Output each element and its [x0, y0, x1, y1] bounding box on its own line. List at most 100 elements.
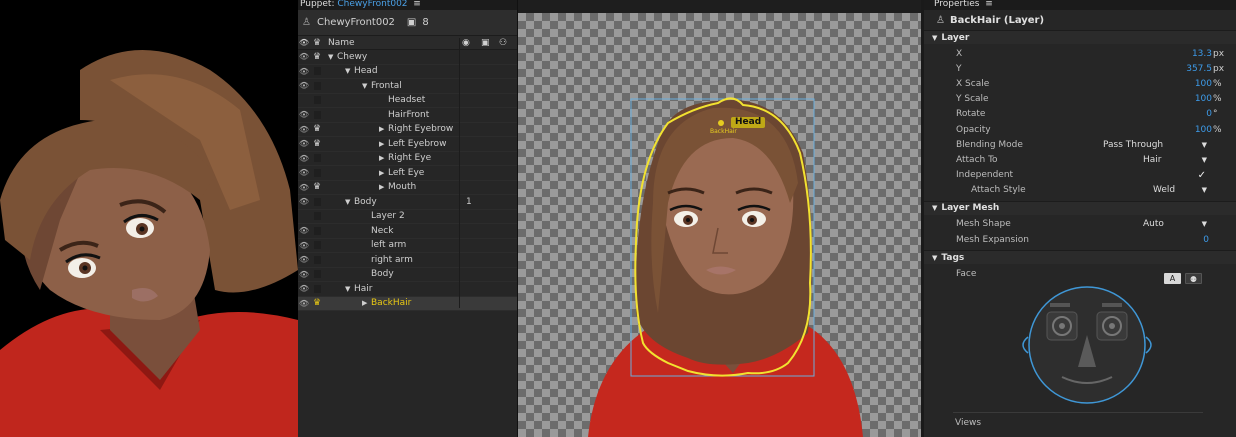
layer-row[interactable]: 👁 ▼ Head [298, 64, 517, 79]
crown-icon[interactable]: ♛ [310, 139, 324, 149]
section-layer-mesh[interactable]: ▼ Layer Mesh [924, 200, 1236, 215]
prop-x-value[interactable]: 13.3 [1192, 49, 1212, 59]
eye-icon[interactable]: 👁 [298, 241, 310, 250]
panel-menu-icon[interactable]: ≡ [982, 0, 993, 9]
crown-icon[interactable]: ♛ [310, 124, 324, 134]
panel-menu-icon[interactable]: ≡ [410, 0, 421, 9]
layer-name: HairFront [388, 109, 430, 120]
layer-row[interactable]: 👁 right arm [298, 253, 517, 268]
crown-empty-icon[interactable] [310, 67, 324, 76]
layer-name: Chewy [337, 51, 368, 62]
prop-attach-to: Attach To Hair ▼ [924, 152, 1236, 167]
twirl-right-icon[interactable]: ▶ [379, 183, 388, 191]
rig-canvas[interactable]: Head BackHair [518, 13, 921, 437]
layer-row[interactable]: 👁 ♛ ▶ BackHair [298, 296, 517, 311]
layer-row[interactable]: 👁 Body [298, 267, 517, 282]
visibility-col-icon[interactable]: 👁 [298, 38, 310, 47]
prop-rotate-value[interactable]: 0 [1206, 109, 1212, 119]
prop-y-value[interactable]: 357.5 [1186, 64, 1212, 74]
prop-xscale-unit: % [1213, 78, 1222, 89]
eye-icon[interactable]: 👁 [298, 67, 310, 76]
crown-empty-icon[interactable] [310, 284, 324, 293]
twirl-down-icon[interactable]: ▼ [345, 285, 354, 293]
blending-mode-dropdown[interactable]: Pass Through ▼ [1103, 140, 1207, 150]
prop-xscale-label: X Scale [956, 78, 990, 89]
layer-row[interactable]: 👁 ♛ ▼ Chewy [298, 50, 517, 65]
eye-icon[interactable]: 👁 [298, 226, 310, 235]
twirl-down-icon[interactable]: ▼ [362, 82, 371, 90]
layer-row[interactable]: 👁 left arm [298, 238, 517, 253]
layer-count-icon: ▣ [406, 17, 417, 28]
layer-row[interactable]: 👁 HairFront [298, 108, 517, 123]
eye-icon[interactable]: 👁 [298, 284, 310, 293]
layer-row[interactable]: 👁 ▼ Frontal [298, 79, 517, 94]
canvas-toolbar-strip [518, 0, 921, 13]
layer-row[interactable]: 👁 ▶ Left Eye [298, 166, 517, 181]
tag-text-mode-button[interactable]: A [1164, 273, 1181, 284]
twirl-right-icon[interactable]: ▶ [379, 169, 388, 177]
layer-row[interactable]: 👁 ▼ Body 1 [298, 195, 517, 210]
crown-empty-icon[interactable] [310, 226, 324, 235]
mesh-col-icon[interactable]: ▣ [481, 38, 490, 48]
prop-opacity-value[interactable]: 100 [1195, 125, 1212, 135]
layer-row[interactable]: 👁 ▶ Right Eye [298, 151, 517, 166]
layer-row[interactable]: 👁 ♛ ▶ Left Eyebrow [298, 137, 517, 152]
eye-icon[interactable]: 👁 [298, 110, 310, 119]
layer-row[interactable]: Layer 2 [298, 209, 517, 224]
twirl-down-icon[interactable]: ▼ [345, 67, 354, 75]
section-tags[interactable]: ▼ Tags [924, 250, 1236, 265]
crown-empty-icon[interactable] [310, 212, 324, 221]
eye-icon[interactable]: 👁 [298, 183, 310, 192]
eye-icon[interactable]: 👁 [298, 125, 310, 134]
eye-icon[interactable]: 👁 [298, 168, 310, 177]
prop-xscale-value[interactable]: 100 [1195, 79, 1212, 89]
crown-empty-icon[interactable] [310, 168, 324, 177]
tag-face-mode-button[interactable]: ⚉ [1185, 273, 1202, 284]
layer-name: Head [354, 66, 378, 77]
twirl-right-icon[interactable]: ▶ [379, 140, 388, 148]
mesh-shape-dropdown[interactable]: Auto ▼ [1143, 219, 1207, 229]
section-layer[interactable]: ▼ Layer [924, 30, 1236, 44]
independent-checkbox[interactable]: ✓ [1198, 170, 1206, 181]
properties-header-label: Properties [934, 0, 980, 9]
eye-icon[interactable]: 👁 [298, 270, 310, 279]
attach-style-dropdown[interactable]: Weld ▼ [1153, 185, 1207, 195]
crown-icon[interactable]: ♛ [310, 298, 324, 308]
crown-empty-icon[interactable] [310, 197, 324, 206]
crown-icon[interactable]: ♛ [310, 182, 324, 192]
eye-icon[interactable]: 👁 [298, 81, 310, 90]
name-column-header[interactable]: Name [328, 38, 355, 48]
crown-empty-icon[interactable] [310, 255, 324, 264]
prop-yscale-value[interactable]: 100 [1195, 94, 1212, 104]
crown-empty-icon[interactable] [310, 270, 324, 279]
crown-icon[interactable]: ♛ [310, 52, 324, 62]
layer-row[interactable]: 👁 Neck [298, 224, 517, 239]
twirl-down-icon[interactable]: ▼ [328, 53, 337, 61]
eye-icon[interactable]: 👁 [298, 197, 310, 206]
twirl-down-icon[interactable]: ▼ [345, 198, 354, 206]
crown-empty-icon[interactable] [310, 154, 324, 163]
eye-icon[interactable]: 👁 [298, 299, 310, 308]
head-handle-tag[interactable]: Head [731, 117, 766, 128]
eye-icon[interactable]: 👁 [298, 139, 310, 148]
eye-icon[interactable]: 👁 [298, 255, 310, 264]
twirl-right-icon[interactable]: ▶ [379, 125, 388, 133]
face-tag-picker[interactable] [1018, 285, 1156, 407]
attach-to-dropdown[interactable]: Hair ▼ [1143, 155, 1207, 165]
crown-empty-icon[interactable] [310, 110, 324, 119]
twirl-right-icon[interactable]: ▶ [379, 154, 388, 162]
crown-empty-icon[interactable] [310, 241, 324, 250]
prop-mesh-expansion-value[interactable]: 0 [1203, 235, 1209, 245]
twirl-right-icon[interactable]: ▶ [362, 299, 371, 307]
target-col-icon[interactable]: ◉ [462, 38, 470, 48]
handle-col-icon[interactable]: ⚇ [499, 38, 507, 48]
eye-icon[interactable]: 👁 [298, 154, 310, 163]
layer-row[interactable]: Headset [298, 93, 517, 108]
eye-icon[interactable]: 👁 [298, 52, 310, 61]
crown-col-icon[interactable]: ♛ [310, 38, 324, 48]
crown-empty-icon[interactable] [310, 81, 324, 90]
crown-empty-icon[interactable] [310, 96, 324, 105]
layer-row[interactable]: 👁 ▼ Hair [298, 282, 517, 297]
layer-row[interactable]: 👁 ♛ ▶ Mouth [298, 180, 517, 195]
layer-row[interactable]: 👁 ♛ ▶ Right Eyebrow [298, 122, 517, 137]
